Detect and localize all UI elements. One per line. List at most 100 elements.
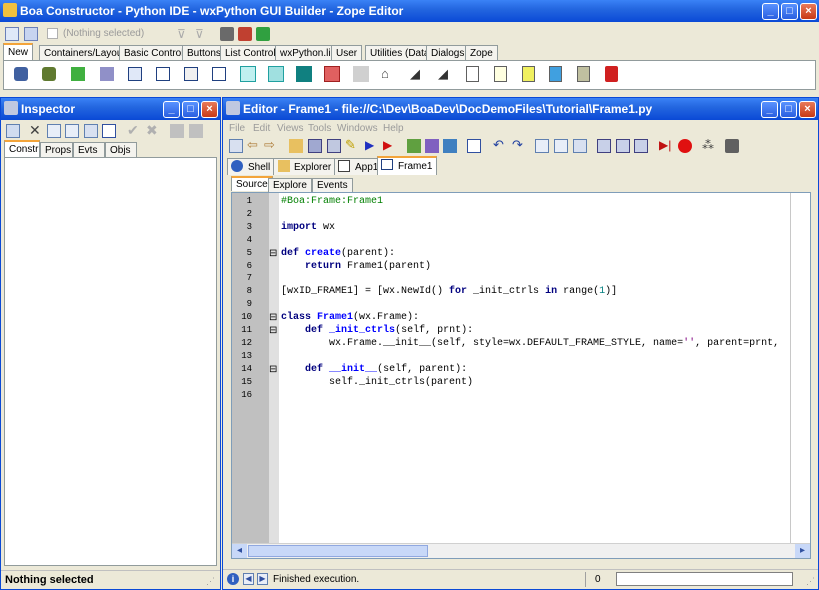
menu-tools[interactable]: Tools [308,123,331,134]
scroll-left-button[interactable]: ◂ [232,544,247,558]
check-source-icon[interactable] [467,139,481,153]
tab-user[interactable]: User [331,45,363,60]
code-area[interactable]: 1 #Boa:Frame:Frame1 2 3 import wx 4 5 ⊟ def crea… [232,193,810,543]
menu-file[interactable]: File [229,123,245,134]
inspector-content-area[interactable] [4,157,217,566]
undo-icon[interactable]: ↶ [493,138,507,152]
tab-source[interactable]: Source [231,176,273,191]
new-cpp-file-icon[interactable] [522,66,535,82]
menu-help[interactable]: Help [383,123,404,134]
new-setup-icon[interactable]: ⌂ [381,67,395,81]
redo-icon[interactable]: ↷ [512,138,526,152]
books-red-icon[interactable] [238,27,252,41]
profile-icon[interactable] [443,139,457,153]
source-editor[interactable]: 1 #Boa:Frame:Frame1 2 3 import wx 4 5 ⊟ def crea… [231,192,811,559]
sort-icon[interactable] [189,124,203,138]
filter-icon[interactable]: ⊽ [177,27,191,41]
new-dialog-icon[interactable] [156,67,170,81]
new-package-icon[interactable] [71,67,85,81]
code-line[interactable]: #Boa:Frame:Frame1 [281,196,383,209]
open-folder-icon[interactable] [289,139,303,153]
main-title-bar[interactable]: Boa Constructor - Python IDE - wxPython … [0,0,819,22]
new-class-icon[interactable] [100,67,114,81]
new-frame-panel-icon[interactable] [353,66,369,82]
tab-zope[interactable]: Zope [465,45,498,60]
inspector-up-icon[interactable] [6,124,20,138]
menu-views[interactable]: Views [277,123,304,134]
tab-objs[interactable]: Objs [105,142,137,157]
filter-off-icon[interactable]: ⊽ [195,27,209,41]
new-mdi-child-icon[interactable] [268,66,284,82]
new-text-file-icon[interactable] [466,66,479,82]
fold-marker-icon[interactable]: ⊟ [269,324,277,337]
resize-grip-icon[interactable]: ⋰ [206,576,215,587]
tab-events[interactable]: Events [312,178,353,192]
copy-icon[interactable] [65,124,79,138]
minimize-button[interactable]: _ [762,3,779,20]
horizontal-scrollbar[interactable]: ◂ ▸ [232,543,810,558]
books-toolbar-icon[interactable] [725,139,739,153]
editor-cut-icon[interactable] [535,139,549,153]
tab-props[interactable]: Props [40,142,73,157]
close-file-icon[interactable] [229,139,243,153]
tab-evts[interactable]: Evts [73,142,105,157]
new-config-file-icon[interactable] [494,66,507,82]
inspector-title-bar[interactable]: Inspector _ □ × [1,98,220,120]
new-xml-file-icon[interactable] [577,66,590,82]
menu-edit[interactable]: Edit [253,123,270,134]
replace-icon[interactable] [634,139,648,153]
new-mdi-parent-icon[interactable] [240,66,256,82]
find-icon[interactable] [597,139,611,153]
new-popup-icon[interactable] [296,66,312,82]
editor-paste-icon[interactable] [573,139,587,153]
fold-marker-icon[interactable]: ⊟ [269,311,277,324]
debug-icon[interactable] [407,139,421,153]
code-line[interactable]: def _init_ctrls(self, prnt): [281,325,473,338]
code-line[interactable]: self._init_ctrls(parent) [281,377,473,390]
tab-dialogs[interactable]: Dialogs [426,45,470,60]
books-icon[interactable] [220,27,234,41]
fold-marker-icon[interactable]: ⊟ [269,247,277,260]
inspector-minimize-button[interactable]: _ [163,101,180,118]
pointer-select-icon[interactable] [24,27,38,41]
editor-copy-icon[interactable] [554,139,568,153]
delete-icon[interactable]: ✕ [29,123,43,137]
tab-containers-layout[interactable]: Containers/Layout [39,45,131,60]
help-icon[interactable] [102,124,116,138]
debug-step-icon[interactable] [425,139,439,153]
scroll-thumb[interactable] [248,545,428,557]
books-green-icon[interactable] [256,27,270,41]
status-next-icon[interactable]: ▶ [257,573,268,585]
editor-minimize-button[interactable]: _ [761,101,778,118]
menu-windows[interactable]: Windows [337,123,378,134]
editor-close-button[interactable]: × [799,101,816,118]
code-line[interactable]: def __init__(self, parent): [281,364,467,377]
cancel-icon[interactable]: ✖ [146,123,160,137]
code-line[interactable]: [wxID_FRAME1] = [wx.NewId() for _init_ct… [281,286,617,299]
new-html-file-icon[interactable] [549,66,562,82]
editor-resize-grip-icon[interactable]: ⋰ [806,576,815,587]
maximize-button[interactable]: □ [781,3,798,20]
new-script-icon[interactable]: ◢ [410,67,424,81]
new-wizard-icon[interactable] [324,66,340,82]
inspector-toggle-icon[interactable] [5,27,19,41]
tab-constr[interactable]: Constr [4,140,40,157]
code-line[interactable]: class Frame1(wx.Frame): [281,312,419,325]
inspector-maximize-button[interactable]: □ [182,101,199,118]
new-frame-icon[interactable] [128,67,142,81]
run-app-icon[interactable]: ▶ [365,138,379,152]
refresh-icon[interactable] [170,124,184,138]
run-module-icon[interactable]: ▶ [383,138,397,152]
paste-icon[interactable] [84,124,98,138]
fold-marker-icon[interactable]: ⊟ [269,363,277,376]
editor-title-bar[interactable]: Editor - Frame1 - file://C:\Dev\BoaDev\D… [223,98,818,120]
new-app-icon[interactable] [14,67,28,81]
inspector-close-button[interactable]: × [201,101,218,118]
close-button[interactable]: × [800,3,817,20]
breakpoint-icon[interactable]: ▶| [659,138,673,152]
new-pdf-file-icon[interactable] [605,66,618,82]
code-line[interactable]: import wx [281,222,335,235]
save-icon[interactable] [308,139,322,153]
new-python-file-icon[interactable]: ◢ [438,67,452,81]
editor-maximize-button[interactable]: □ [780,101,797,118]
